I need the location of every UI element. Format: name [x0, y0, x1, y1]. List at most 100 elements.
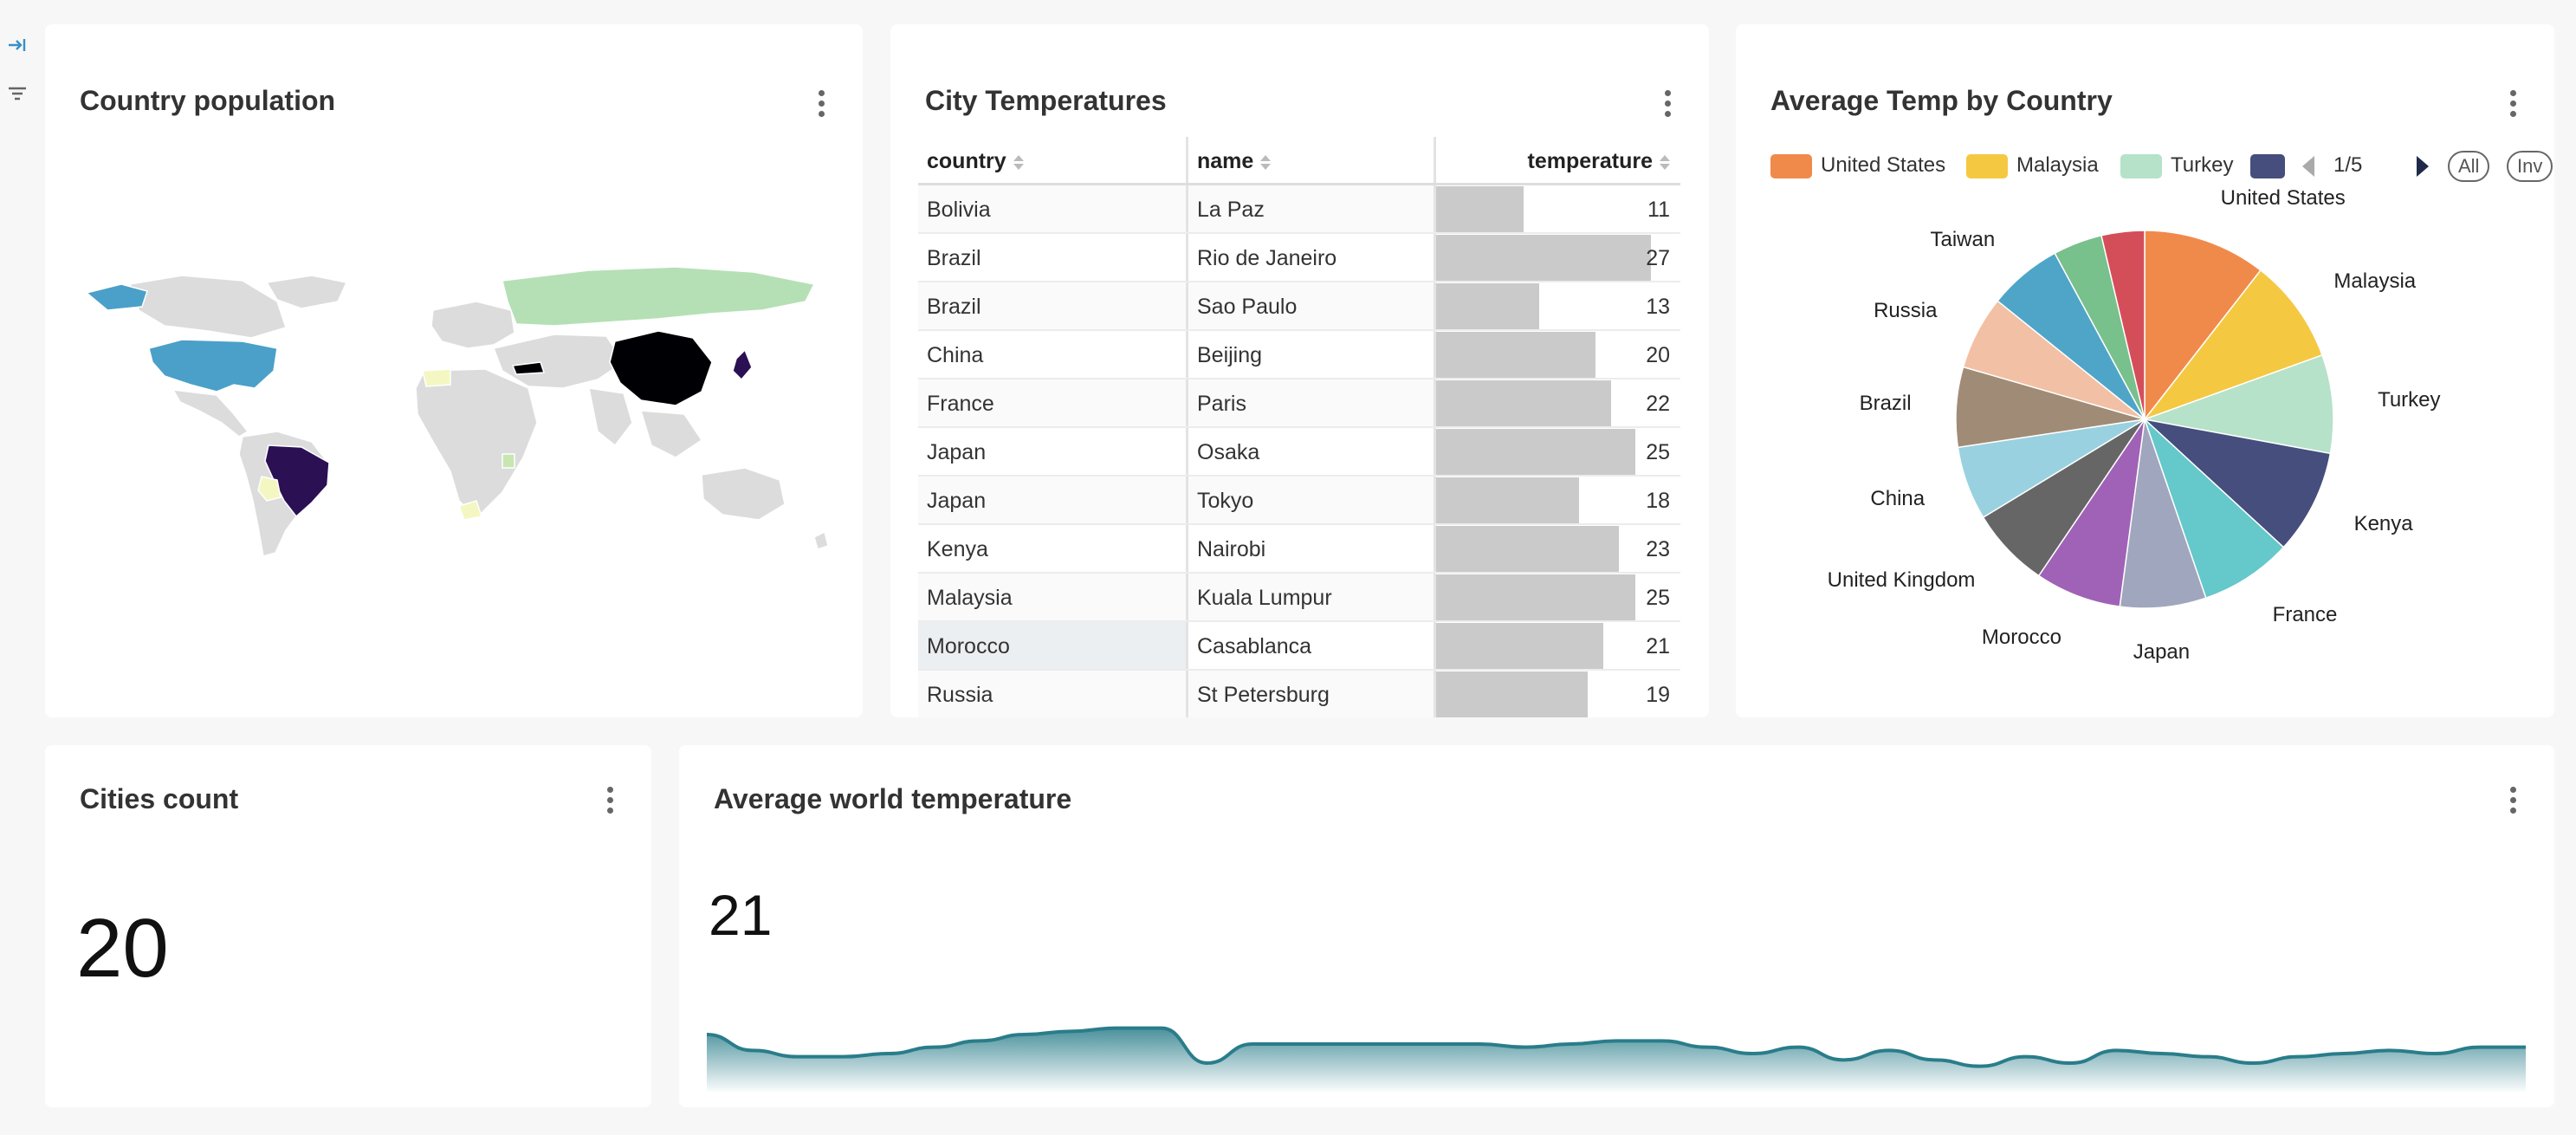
- table-row[interactable]: China Beijing 20: [918, 331, 1680, 379]
- legend-prev-page-icon[interactable]: [2299, 154, 2318, 178]
- world-map[interactable]: [69, 241, 840, 570]
- map-country-usa: [148, 339, 278, 392]
- pie-slice-label: Japan: [2133, 639, 2191, 664]
- map-country: [492, 334, 625, 389]
- legend-invert-button[interactable]: Inv: [2507, 151, 2553, 182]
- cell-temperature: 18: [1436, 477, 1680, 525]
- cell-country: Malaysia: [918, 574, 1188, 622]
- more-options-icon[interactable]: [814, 90, 828, 121]
- card-title: City Temperatures: [925, 85, 1167, 116]
- map-country: [265, 275, 348, 309]
- cell-temperature: 13: [1436, 282, 1680, 331]
- cell-city-name: St Petersburg: [1188, 671, 1436, 717]
- cell-temperature: 19: [1436, 671, 1680, 717]
- cell-country: France: [918, 379, 1188, 428]
- cell-country: Bolivia: [918, 185, 1188, 234]
- legend-item[interactable]: Turkey: [2120, 151, 2233, 180]
- more-options-icon[interactable]: [2506, 787, 2520, 818]
- column-header-country[interactable]: country: [918, 137, 1188, 185]
- city-temperatures-card: City Temperatures country name temperatu…: [890, 24, 1709, 717]
- column-header-temperature[interactable]: temperature: [1436, 137, 1680, 185]
- legend-swatch: [1966, 153, 2008, 178]
- map-country: [129, 275, 287, 339]
- pie-slice-label: Morocco: [1981, 626, 2061, 650]
- temperature-bar: [1436, 235, 1651, 282]
- cell-country: Russia: [918, 671, 1188, 717]
- temperature-value: 20: [1646, 343, 1670, 367]
- table-row[interactable]: Bolivia La Paz 11: [918, 185, 1680, 234]
- cities-count-card: Cities count 20: [45, 745, 651, 1107]
- cell-city-name: Nairobi: [1188, 525, 1436, 574]
- table-header-row: country name temperature: [918, 137, 1680, 185]
- temperature-bar: [1436, 283, 1540, 330]
- temperature-value: 13: [1646, 295, 1670, 319]
- sort-icon[interactable]: [1260, 154, 1272, 170]
- table-row[interactable]: Brazil Rio de Janeiro 27: [918, 234, 1680, 282]
- map-country: [415, 368, 538, 520]
- cell-country: Japan: [918, 428, 1188, 477]
- trendline-area-chart[interactable]: [707, 996, 2526, 1092]
- legend-swatch: [1770, 153, 1812, 178]
- sort-icon[interactable]: [1660, 154, 1670, 170]
- table-row[interactable]: Brazil Sao Paulo 13: [918, 282, 1680, 331]
- temperature-bar: [1436, 186, 1524, 233]
- column-header-name[interactable]: name: [1188, 137, 1436, 185]
- temperature-bar: [1436, 380, 1612, 427]
- filter-icon[interactable]: [5, 81, 29, 106]
- table-row[interactable]: Kenya Nairobi 23: [918, 525, 1680, 574]
- more-options-icon[interactable]: [2506, 90, 2520, 121]
- table-row[interactable]: Japan Tokyo 18: [918, 477, 1680, 525]
- expand-panel-icon[interactable]: [5, 33, 29, 57]
- cell-country: Kenya: [918, 525, 1188, 574]
- legend-label: Malaysia: [2016, 153, 2099, 177]
- legend-item[interactable]: [2250, 151, 2294, 180]
- cell-temperature: 21: [1436, 622, 1680, 671]
- map-country: [172, 389, 249, 438]
- cell-country: China: [918, 331, 1188, 379]
- legend-select-all-button[interactable]: All: [2448, 151, 2490, 182]
- legend-swatch: [2120, 153, 2162, 178]
- map-country-usa: [85, 283, 148, 311]
- pie-slice-label: France: [2272, 603, 2338, 627]
- sort-icon[interactable]: [1013, 154, 1024, 170]
- table-row[interactable]: Morocco Casablanca 21: [918, 622, 1680, 671]
- cell-country: Japan: [918, 477, 1188, 525]
- pie-slice-label: Taiwan: [1930, 227, 1996, 251]
- more-options-icon[interactable]: [1660, 90, 1674, 121]
- trendline-area: [707, 1028, 2526, 1092]
- legend-item[interactable]: Malaysia: [1966, 151, 2099, 180]
- cell-temperature: 23: [1436, 525, 1680, 574]
- legend-next-page-icon[interactable]: [2413, 154, 2432, 178]
- pie-chart[interactable]: [1736, 198, 2554, 700]
- average-temp-by-country-card: Average Temp by Country United States Ma…: [1736, 24, 2554, 717]
- temperature-value: 27: [1646, 246, 1670, 270]
- map-country: [430, 301, 515, 349]
- map-country: [701, 467, 786, 521]
- cell-temperature: 25: [1436, 428, 1680, 477]
- more-options-icon[interactable]: [603, 787, 617, 818]
- cell-city-name: Casablanca: [1188, 622, 1436, 671]
- cell-city-name: Tokyo: [1188, 477, 1436, 525]
- table-row[interactable]: Malaysia Kuala Lumpur 25: [918, 574, 1680, 622]
- temperature-bar: [1436, 574, 1635, 621]
- map-country: [422, 368, 451, 387]
- card-title: Cities count: [80, 783, 239, 814]
- map-country: [588, 387, 633, 447]
- table-row[interactable]: France Paris 22: [918, 379, 1680, 428]
- big-number-value: 20: [76, 902, 169, 995]
- legend-item[interactable]: United States: [1770, 151, 1945, 180]
- pie-slice-label: United States: [2220, 185, 2346, 210]
- left-rail: [0, 0, 35, 1135]
- column-header-label: temperature: [1527, 149, 1654, 173]
- pie-slice-label: Kenya: [2353, 511, 2413, 535]
- table-row[interactable]: Japan Osaka 25: [918, 428, 1680, 477]
- pie-slice-label: Turkey: [2378, 387, 2441, 412]
- pie-slice-label: Brazil: [1859, 392, 1912, 416]
- table-row[interactable]: Russia St Petersburg 19: [918, 671, 1680, 717]
- map-country: [813, 530, 829, 550]
- cell-city-name: La Paz: [1188, 185, 1436, 234]
- cell-city-name: Kuala Lumpur: [1188, 574, 1436, 622]
- cell-city-name: Beijing: [1188, 331, 1436, 379]
- temperature-value: 22: [1646, 392, 1670, 416]
- map-country-china: [609, 330, 713, 406]
